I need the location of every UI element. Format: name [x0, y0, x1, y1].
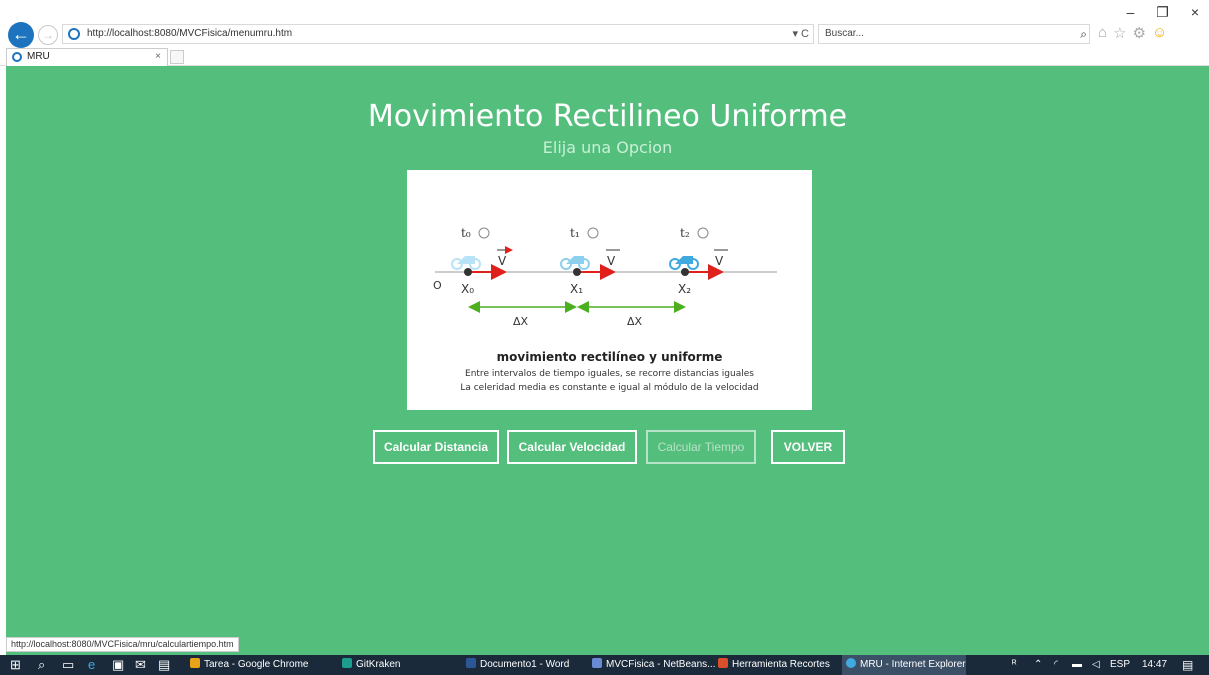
time-label-2: t₂: [680, 226, 690, 240]
time-label-0: t₀: [461, 226, 471, 240]
gear-icon[interactable]: ⚙: [1133, 24, 1146, 44]
clock-icon: [478, 227, 490, 239]
origin-label: O: [433, 279, 442, 292]
task-view-icon[interactable]: ▭: [62, 655, 74, 675]
arrow-right-icon: →: [42, 28, 54, 42]
tab-title: MRU: [27, 51, 50, 62]
position-label-1: X₁: [570, 282, 583, 296]
internet-explorer-icon: [846, 658, 856, 668]
tab-bar: MRU ×: [0, 48, 1209, 66]
status-bar-url: http://localhost:8080/MVCFisica/mru/calc…: [6, 637, 239, 652]
search-icon[interactable]: ⌕: [38, 655, 45, 675]
search-placeholder: Buscar...: [825, 28, 864, 39]
taskbar-item-netbeans[interactable]: MVCFisica - NetBeans...: [592, 655, 715, 675]
page-subtitle: Elija una Opcion: [542, 138, 673, 157]
position-label-0: X₀: [461, 282, 474, 296]
calculate-distance-button[interactable]: Calcular Distancia: [373, 430, 499, 464]
arrow-left-icon: ←: [12, 24, 30, 44]
new-tab-button[interactable]: [170, 50, 184, 64]
restore-button[interactable]: ❐: [1156, 4, 1169, 21]
battery-icon[interactable]: ▬: [1072, 655, 1082, 675]
mail-icon[interactable]: ✉: [135, 655, 146, 675]
taskbar-item-chrome[interactable]: Tarea - Google Chrome: [190, 655, 309, 675]
search-icon[interactable]: ⌕: [1080, 25, 1087, 43]
windows-start-icon[interactable]: ⊞: [10, 655, 21, 675]
gitkraken-icon: [342, 658, 352, 668]
folder-icon[interactable]: ▤: [158, 655, 170, 675]
forward-button[interactable]: →: [38, 25, 58, 45]
toolbar-icons: ⌂ ☆ ⚙ ☺: [1098, 24, 1167, 44]
position-point: [464, 268, 472, 276]
clock-time[interactable]: 14:47: [1142, 655, 1167, 675]
close-tab-icon[interactable]: ×: [155, 49, 161, 65]
volume-icon[interactable]: ◁: [1092, 655, 1100, 675]
time-label-1: t₁: [570, 226, 580, 240]
minimize-button[interactable]: –: [1126, 4, 1134, 21]
mru-diagram: O t₀ t₁ t₂ V V V X₀ X₁ X₂ ΔX ΔX movimien…: [407, 170, 812, 410]
caption-line: Entre intervalos de tiempo iguales, se r…: [465, 369, 754, 379]
language-indicator[interactable]: ESP: [1110, 655, 1130, 675]
caption-title: movimiento rectilíneo y uniforme: [496, 350, 723, 364]
people-icon[interactable]: ᴿ: [1012, 655, 1017, 675]
svg-text:V: V: [607, 254, 616, 268]
calculate-time-button[interactable]: Calcular Tiempo: [646, 430, 756, 464]
svg-text:V: V: [715, 254, 724, 268]
caption-line: La celeridad media es constante e igual …: [460, 383, 759, 393]
scissors-icon: [718, 658, 728, 668]
star-icon[interactable]: ☆: [1113, 24, 1126, 44]
refresh-icon[interactable]: ▾ C: [792, 25, 809, 43]
store-icon[interactable]: ▣: [112, 655, 124, 675]
search-input[interactable]: Buscar... ⌕: [818, 24, 1090, 44]
clock-icon: [587, 227, 599, 239]
chevron-up-icon[interactable]: ⌃: [1034, 655, 1042, 675]
motorcycle-icon-mid: [560, 256, 590, 270]
edge-icon[interactable]: e: [88, 655, 95, 675]
taskbar-item-gitkraken[interactable]: GitKraken: [342, 655, 400, 675]
word-icon: [466, 658, 476, 668]
home-icon[interactable]: ⌂: [1098, 24, 1107, 44]
chrome-icon: [190, 658, 200, 668]
netbeans-icon: [592, 658, 602, 668]
position-point: [681, 268, 689, 276]
taskbar-item-snipping-tool[interactable]: Herramienta Recortes: [718, 655, 830, 675]
position-point: [573, 268, 581, 276]
window-controls: – ❐ ×: [1126, 4, 1199, 21]
taskbar: ⊞ ⌕ ▭ e ▣ ✉ ▤ Tarea - Google Chrome GitK…: [0, 655, 1209, 675]
smiley-icon[interactable]: ☺: [1152, 24, 1167, 44]
svg-text:V: V: [498, 254, 507, 268]
close-window-button[interactable]: ×: [1191, 4, 1199, 21]
clock-icon: [697, 227, 709, 239]
diagram-caption: movimiento rectilíneo y uniforme Entre i…: [407, 350, 812, 397]
back-volver-button[interactable]: VOLVER: [771, 430, 845, 464]
internet-explorer-icon: [12, 52, 22, 62]
back-button[interactable]: ←: [8, 22, 34, 48]
wifi-icon[interactable]: ◜: [1054, 655, 1058, 675]
address-bar[interactable]: http://localhost:8080/MVCFisica/menumru.…: [62, 24, 814, 44]
delta-x-label: ΔX: [627, 315, 643, 328]
page-title: Movimiento Rectilineo Uniforme: [367, 99, 848, 134]
position-label-2: X₂: [678, 282, 691, 296]
motorcycle-icon-faded: [451, 256, 481, 270]
delta-x-label: ΔX: [513, 315, 529, 328]
address-url: http://localhost:8080/MVCFisica/menumru.…: [87, 28, 293, 39]
internet-explorer-icon: [68, 28, 80, 40]
calculate-velocity-button[interactable]: Calcular Velocidad: [507, 430, 637, 464]
taskbar-item-word[interactable]: Documento1 - Word: [466, 655, 569, 675]
notifications-icon[interactable]: ▤: [1182, 655, 1193, 675]
tab-mru[interactable]: MRU ×: [6, 48, 168, 66]
page-content: Movimiento Rectilineo Uniforme Elija una…: [6, 66, 1209, 655]
taskbar-item-ie[interactable]: MRU - Internet Explorer: [842, 655, 966, 675]
motorcycle-icon-solid: [669, 256, 699, 270]
